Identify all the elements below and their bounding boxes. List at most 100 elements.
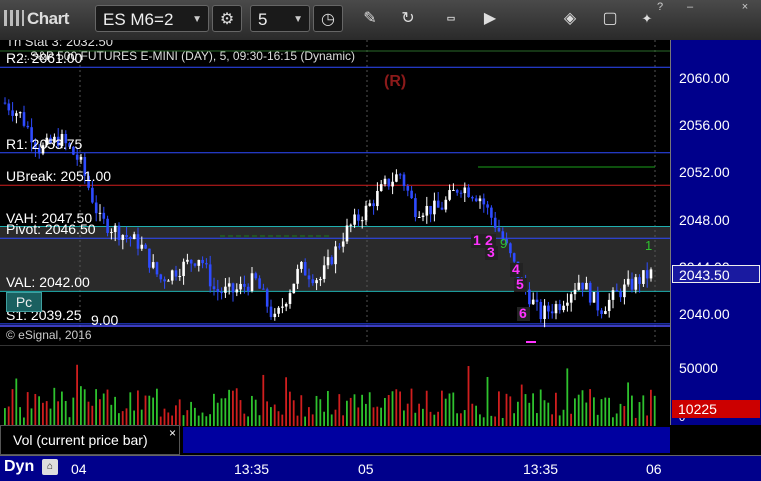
volume-bar: [140, 409, 143, 426]
volume-bar: [319, 399, 322, 426]
price-bar-body: [3, 102, 7, 104]
price-bar-body: [383, 178, 387, 185]
price-bar-body: [406, 185, 410, 191]
volume-bar: [482, 417, 485, 426]
volume-bar: [585, 402, 588, 426]
volume-bar: [486, 376, 489, 426]
y-tick-label: 2060.00: [679, 70, 730, 86]
price-bar-body: [463, 187, 467, 194]
interval-value: 5: [258, 10, 268, 29]
price-bar-body: [91, 187, 94, 203]
clock-icon[interactable]: ◷: [313, 5, 343, 32]
volume-bar: [562, 409, 565, 426]
price-bar-body: [528, 289, 531, 305]
price-bar-body: [402, 174, 406, 186]
volume-bar: [646, 415, 648, 426]
study-close-icon[interactable]: ×: [169, 426, 176, 440]
volume-bar: [137, 390, 139, 426]
price-bar-body: [490, 207, 493, 218]
sequence-mark: 4: [512, 261, 520, 277]
y-tick-label: 2040.00: [679, 306, 730, 322]
pencil-icon[interactable]: ✎: [355, 5, 385, 32]
volume-bar: [498, 391, 500, 426]
price-bar-body: [277, 307, 280, 314]
price-bar-body: [246, 286, 250, 292]
volume-bar: [80, 386, 82, 426]
price-bar-body: [607, 299, 611, 312]
watermark-r: (R): [384, 73, 407, 90]
volume-bar: [528, 402, 531, 426]
volume-bar: [178, 399, 181, 426]
refresh-icon[interactable]: ↻: [393, 5, 423, 32]
level-label: R2: 2061.00: [6, 50, 83, 67]
price-bar-body: [573, 289, 577, 295]
price-bar-body: [550, 311, 554, 314]
magenta-marker: [526, 341, 536, 343]
volume-bar: [277, 411, 280, 426]
volume-bar: [285, 377, 287, 426]
symbol-combo[interactable]: ES M6=2 ▼: [95, 5, 209, 32]
price-bar-body: [623, 284, 626, 298]
time-axis[interactable]: Dyn ⌂ 04 13:35 05 13:35 06: [0, 455, 761, 481]
price-bar-body: [170, 270, 174, 281]
gear-icon[interactable]: ⚙: [212, 5, 242, 32]
volume-bar: [129, 392, 132, 426]
price-axis[interactable]: 2060.002056.002052.002048.002044.002040.…: [670, 40, 761, 425]
price-bar-body: [630, 278, 634, 290]
volume-bar: [581, 390, 584, 426]
volume-bar: [106, 389, 109, 426]
volume-bar: [194, 407, 196, 426]
volume-bar: [615, 413, 618, 426]
chevron-down-icon[interactable]: ▼: [293, 6, 303, 33]
volume-bar: [444, 398, 447, 426]
copyright: © eSignal, 2016: [6, 328, 92, 342]
volume-bar: [543, 400, 546, 426]
price-bar-body: [182, 261, 185, 277]
volume-bar: [133, 410, 135, 426]
price-bar-body: [569, 294, 573, 303]
volume-bar: [365, 403, 367, 426]
volume-bar: [266, 401, 268, 426]
play-icon[interactable]: ▶: [475, 5, 505, 32]
price-bar-body: [281, 306, 284, 308]
volume-bar: [42, 402, 44, 426]
get-icon[interactable]: ▭: [436, 5, 466, 32]
price-plot[interactable]: 12345691 Th Stat 3: 2032.50 ...S&P 500 F…: [0, 40, 670, 343]
volume-bar: [19, 407, 21, 426]
comment-icon[interactable]: ▢: [595, 5, 625, 32]
price-bar-body: [604, 311, 607, 314]
price-bar-body: [547, 305, 550, 312]
volume-bar: [395, 389, 398, 426]
help-button[interactable]: ?: [653, 1, 667, 13]
close-button[interactable]: ×: [738, 1, 752, 13]
price-bar-body: [493, 217, 497, 228]
volume-bar: [91, 405, 94, 426]
volume-bar: [642, 395, 645, 426]
price-bar-body: [155, 262, 159, 275]
price-bar-body: [94, 202, 98, 214]
minimize-button[interactable]: –: [683, 1, 697, 13]
level-label: Pivot: 2046.50: [6, 221, 96, 238]
sequence-mark: 5: [516, 276, 524, 292]
price-bar-body: [387, 178, 391, 187]
price-bar-body: [136, 234, 140, 249]
volume-bar: [323, 411, 325, 426]
price-bar-body: [273, 313, 277, 318]
price-bar-body: [303, 262, 307, 276]
volume-bar: [102, 393, 105, 426]
dyn-toggle-icon[interactable]: ⌂: [42, 459, 58, 475]
vol-tick-50000: 50000: [679, 360, 718, 376]
interval-combo[interactable]: 5 ▼: [250, 5, 310, 32]
volume-bar: [304, 416, 306, 426]
price-bar-body: [129, 237, 132, 240]
volume-bar: [555, 392, 557, 426]
volume-bar: [357, 407, 360, 426]
price-bar-body: [197, 259, 201, 266]
price-bar-body: [421, 215, 425, 217]
tag-icon[interactable]: ◈: [555, 5, 585, 32]
volume-pane[interactable]: [0, 345, 670, 426]
price-bar-body: [395, 174, 398, 182]
study-label-box[interactable]: Vol (current price bar) ×: [0, 425, 180, 455]
volume-bar: [114, 396, 116, 426]
chevron-down-icon[interactable]: ▼: [192, 6, 202, 33]
